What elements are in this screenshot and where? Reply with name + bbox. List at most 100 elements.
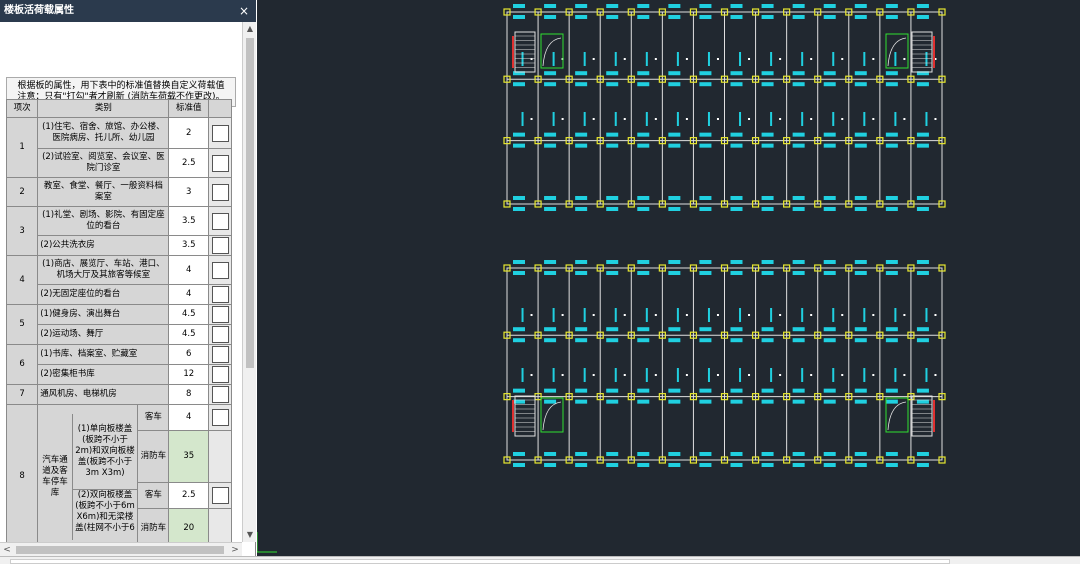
slab-dot [903, 374, 906, 376]
slab-dot [748, 374, 751, 376]
beam-label [894, 308, 897, 322]
beam-label [668, 82, 681, 87]
horizontal-scroll-thumb[interactable] [16, 546, 224, 554]
row-checkbox[interactable] [211, 306, 229, 323]
beam-label [823, 132, 836, 137]
header-category: 类别 [37, 99, 170, 118]
beam-label [761, 338, 774, 343]
beam-label [730, 207, 743, 211]
row-value: 35 [168, 430, 210, 483]
beam-label [761, 207, 774, 211]
vertical-scrollbar[interactable]: ▲ ▼ [242, 22, 256, 542]
row-index: 6 [5, 344, 39, 385]
beam-label [730, 71, 743, 76]
beam-label [854, 132, 867, 137]
slab-dot [934, 118, 937, 120]
table-row: 4 (1)商店、展览厅、车站、港口、机场大厅及其旅客等候室 4 [5, 255, 232, 305]
slab-dot [810, 374, 813, 376]
beam-label [606, 463, 619, 467]
slab-dot [716, 58, 719, 60]
beam-label [792, 15, 805, 19]
row-value[interactable]: 3.5 [168, 206, 210, 236]
row-checkbox[interactable] [211, 487, 229, 504]
beam-label [823, 196, 836, 200]
beam-label [792, 327, 805, 332]
row-checkbox[interactable] [211, 409, 229, 426]
row-value[interactable]: 4 [168, 404, 210, 431]
beam-label [637, 399, 650, 404]
beam-label [676, 52, 679, 66]
slab-dot [810, 118, 813, 120]
cad-drawing-canvas[interactable] [257, 0, 1080, 556]
row-checkbox[interactable] [211, 124, 229, 142]
row-checkbox[interactable] [211, 346, 229, 363]
beam-label [513, 452, 525, 456]
row8-category-cell: 汽车通道及客车停车库 (1)单向板楼盖(板跨不小于2m)和双向板楼盖(板跨不小于… [37, 404, 139, 549]
row-checkbox[interactable] [211, 286, 229, 303]
beam-label [885, 271, 898, 275]
beam-label [916, 82, 929, 87]
beam-label [513, 132, 525, 137]
row-index: 4 [5, 255, 39, 305]
row-checkbox[interactable] [211, 154, 229, 172]
row-value[interactable]: 2 [168, 117, 210, 149]
table-row: 8 汽车通道及客车停车库 (1)单向板楼盖(板跨不小于2m)和双向板楼盖(板跨不… [5, 404, 232, 549]
row-value[interactable]: 6 [168, 344, 210, 365]
beam-label [513, 196, 525, 200]
beam-label [544, 15, 557, 19]
row-checkbox[interactable] [211, 326, 229, 343]
beam-label [885, 399, 898, 404]
row-value[interactable]: 4 [168, 255, 210, 285]
beam-label [668, 132, 681, 137]
beam-label [916, 15, 929, 19]
row-checkbox[interactable] [211, 386, 229, 403]
slab-dot [561, 314, 564, 316]
row-checkbox[interactable] [211, 212, 229, 230]
beam-label [544, 143, 557, 148]
beam-label [792, 463, 805, 467]
slab-dot [592, 58, 595, 60]
horizontal-scrollbar[interactable]: < > [0, 542, 242, 556]
beam-label [699, 388, 712, 393]
row-value[interactable]: 2.5 [168, 148, 210, 178]
beam-label [544, 338, 557, 343]
beam-label [552, 112, 555, 126]
row-value[interactable]: 4.5 [168, 304, 210, 325]
row-value[interactable]: 4 [168, 284, 210, 305]
beam-label [513, 463, 525, 467]
close-icon[interactable]: × [237, 0, 251, 22]
beam-label [792, 388, 805, 393]
row-value[interactable]: 2.5 [168, 482, 210, 509]
vertical-scroll-thumb[interactable] [246, 38, 254, 368]
row-checkbox[interactable] [211, 237, 229, 254]
beam-label [575, 327, 588, 332]
beam-label [823, 82, 836, 87]
row-checkbox[interactable] [211, 183, 229, 201]
row-checkbox[interactable] [211, 366, 229, 383]
beam-label [854, 4, 867, 8]
scroll-left-icon[interactable]: < [0, 543, 14, 557]
beam-label [668, 463, 681, 467]
beam-label [832, 52, 835, 66]
beam-label [707, 308, 710, 322]
row-value[interactable]: 3.5 [168, 235, 210, 256]
command-line-field[interactable] [10, 559, 950, 564]
row-value[interactable]: 8 [168, 384, 210, 405]
beam-label [770, 112, 773, 126]
row-checkbox[interactable] [211, 261, 229, 279]
beam-label [699, 132, 712, 137]
row-value[interactable]: 3 [168, 177, 210, 207]
row8-car-label: 客车 [137, 404, 170, 431]
beam-label [916, 196, 929, 200]
beam-label [521, 308, 524, 322]
scroll-down-icon[interactable]: ▼ [243, 528, 257, 542]
beam-label [730, 452, 743, 456]
row-value[interactable]: 12 [168, 364, 210, 385]
scroll-up-icon[interactable]: ▲ [243, 22, 257, 36]
beam-label [668, 399, 681, 404]
beam-label [544, 463, 557, 467]
beam-label [513, 15, 525, 19]
table-row: 5 (1)健身房、演出舞台 4.5 [5, 304, 232, 345]
scroll-right-icon[interactable]: > [228, 543, 242, 557]
row-value[interactable]: 4.5 [168, 324, 210, 345]
